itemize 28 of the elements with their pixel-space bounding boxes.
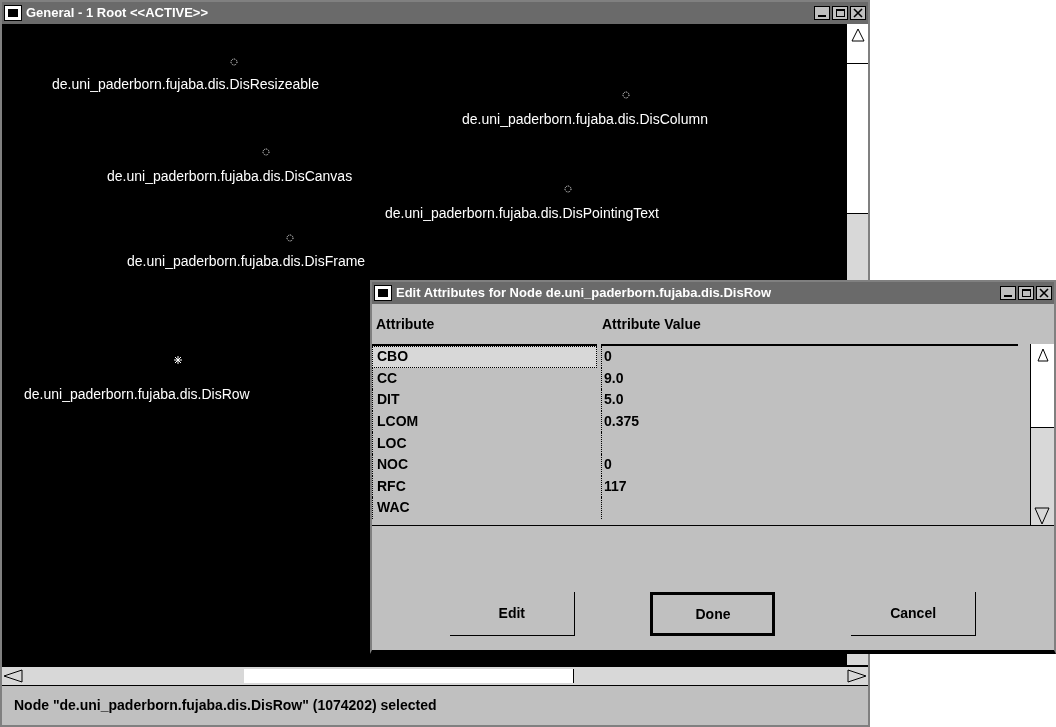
value-cell-text: 0.375 [604,412,640,432]
attribute-cell[interactable]: CC [372,367,597,390]
attribute-cell[interactable]: WAC [372,497,597,519]
class-node-label[interactable]: de.uni_paderborn.fujaba.dis.DisColumn [462,109,708,130]
value-cell-text: 5.0 [604,390,624,410]
value-cell-text: 0 [604,455,612,475]
column-header: Attribute [375,314,436,334]
class-node-label[interactable]: de.uni_paderborn.fujaba.dis.DisRow [24,384,250,405]
attribute-cell[interactable]: CBO [372,346,597,368]
status-text: Node "de.uni_paderborn.fujaba.dis.DisRow" (1074202) selected [14,696,437,715]
dialog-title: Edit Attributes for Node de.uni_paderborn.fujaba.dis.DisRow [396,284,773,303]
attribute-cell[interactable]: LOC [372,432,597,454]
class-node-label[interactable]: de.uni_paderborn.fujaba.dis.DisPointingText [385,203,659,224]
dialog-button[interactable]: Done [650,592,776,636]
value-cell-text: 9.0 [604,368,624,388]
dialog-button[interactable]: Cancel [851,592,977,636]
attribute-cell[interactable]: NOC [372,453,597,476]
column-header: Attribute Value [601,314,701,334]
attribute-cell[interactable]: RFC [372,475,597,498]
attribute-cell[interactable]: LCOM [372,410,597,433]
class-node-label[interactable]: de.uni_paderborn.fujaba.dis.DisResizeable [52,74,319,95]
class-node-label[interactable]: de.uni_paderborn.fujaba.dis.DisCanvas [107,166,353,187]
window-title: General - 1 Root <<ACTIVE>> [26,4,210,23]
value-cell-text: 0 [604,347,612,367]
attribute-cell[interactable]: DIT [372,389,597,411]
dialog-button[interactable]: Edit [449,592,575,636]
value-cell-text: 117 [604,476,627,496]
class-node-label[interactable]: de.uni_paderborn.fujaba.dis.DisFrame [127,251,366,272]
